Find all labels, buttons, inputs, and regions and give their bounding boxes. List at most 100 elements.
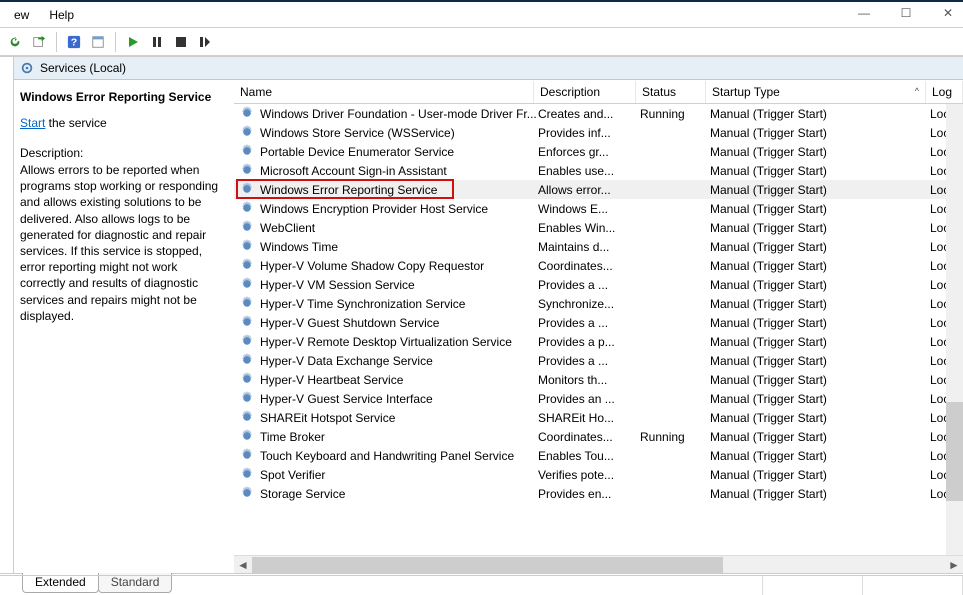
gear-icon xyxy=(240,296,256,312)
service-row[interactable]: Hyper-V Guest Shutdown ServiceProvides a… xyxy=(234,313,963,332)
menu-bar: ew Help xyxy=(0,2,963,28)
service-row[interactable]: Windows Encryption Provider Host Service… xyxy=(234,199,963,218)
service-name: Storage Service xyxy=(260,487,538,501)
service-name: SHAREit Hotspot Service xyxy=(260,411,538,425)
service-description: Provides inf... xyxy=(538,126,640,140)
service-row[interactable]: SHAREit Hotspot ServiceSHAREit Ho...Manu… xyxy=(234,408,963,427)
tree-gutter xyxy=(0,57,14,573)
gear-icon xyxy=(240,277,256,293)
service-row[interactable]: Hyper-V Heartbeat ServiceMonitors th...M… xyxy=(234,370,963,389)
service-description: Verifies pote... xyxy=(538,468,640,482)
gear-icon xyxy=(240,144,256,160)
gear-icon xyxy=(240,125,256,141)
gear-icon xyxy=(240,486,256,502)
scope-header: Services (Local) xyxy=(14,57,963,80)
service-description: Provides en... xyxy=(538,487,640,501)
scroll-left-icon[interactable]: ◄ xyxy=(234,557,252,573)
start-icon[interactable] xyxy=(122,31,144,53)
refresh-icon[interactable] xyxy=(4,31,26,53)
service-description: Maintains d... xyxy=(538,240,640,254)
service-name: Windows Time xyxy=(260,240,538,254)
service-startup: Manual (Trigger Start) xyxy=(710,487,930,501)
service-startup: Manual (Trigger Start) xyxy=(710,449,930,463)
service-startup: Manual (Trigger Start) xyxy=(710,373,930,387)
maximize-button[interactable]: ☐ xyxy=(899,6,913,20)
service-name: Portable Device Enumerator Service xyxy=(260,145,538,159)
service-row[interactable]: Hyper-V Guest Service InterfaceProvides … xyxy=(234,389,963,408)
service-description: Provides an ... xyxy=(538,392,640,406)
service-row[interactable]: Hyper-V Time Synchronization ServiceSync… xyxy=(234,294,963,313)
toolbar: ? xyxy=(0,28,963,56)
scroll-right-icon[interactable]: ► xyxy=(945,557,963,573)
help-icon[interactable]: ? xyxy=(63,31,85,53)
column-startup-type[interactable]: Startup Type^ xyxy=(706,81,926,103)
service-startup: Manual (Trigger Start) xyxy=(710,221,930,235)
service-row[interactable]: Windows Error Reporting ServiceAllows er… xyxy=(234,180,963,199)
status-bar xyxy=(0,575,963,595)
column-name[interactable]: Name xyxy=(234,81,534,103)
column-log-on-as[interactable]: Log xyxy=(926,81,963,103)
window-controls: — ☐ ✕ xyxy=(857,6,955,20)
service-startup: Manual (Trigger Start) xyxy=(710,316,930,330)
stop-icon[interactable] xyxy=(170,31,192,53)
gear-icon xyxy=(240,220,256,236)
column-description[interactable]: Description xyxy=(534,81,636,103)
properties-icon[interactable] xyxy=(87,31,109,53)
vertical-scrollbar[interactable] xyxy=(946,104,963,555)
service-row[interactable]: Windows TimeMaintains d...Manual (Trigge… xyxy=(234,237,963,256)
service-row[interactable]: Hyper-V Volume Shadow Copy RequestorCoor… xyxy=(234,256,963,275)
service-name: Hyper-V Guest Shutdown Service xyxy=(260,316,538,330)
horizontal-scrollbar[interactable]: ◄ ► xyxy=(234,555,963,573)
gear-icon xyxy=(240,467,256,483)
service-name: Windows Encryption Provider Host Service xyxy=(260,202,538,216)
service-startup: Manual (Trigger Start) xyxy=(710,278,930,292)
service-status: Running xyxy=(640,107,710,121)
service-row[interactable]: Portable Device Enumerator ServiceEnforc… xyxy=(234,142,963,161)
service-startup: Manual (Trigger Start) xyxy=(710,354,930,368)
service-name: Time Broker xyxy=(260,430,538,444)
minimize-button[interactable]: — xyxy=(857,6,871,20)
service-status: Running xyxy=(640,430,710,444)
gear-icon xyxy=(240,448,256,464)
gear-icon xyxy=(240,353,256,369)
service-name: Hyper-V Remote Desktop Virtualization Se… xyxy=(260,335,538,349)
service-startup: Manual (Trigger Start) xyxy=(710,430,930,444)
service-name: Hyper-V Guest Service Interface xyxy=(260,392,538,406)
service-name: Hyper-V VM Session Service xyxy=(260,278,538,292)
service-row[interactable]: Microsoft Account Sign-in AssistantEnabl… xyxy=(234,161,963,180)
service-row[interactable]: Spot VerifierVerifies pote...Manual (Tri… xyxy=(234,465,963,484)
close-button[interactable]: ✕ xyxy=(941,6,955,20)
service-row[interactable]: Windows Store Service (WSService)Provide… xyxy=(234,123,963,142)
service-startup: Manual (Trigger Start) xyxy=(710,411,930,425)
service-description: Enables Win... xyxy=(538,221,640,235)
service-row[interactable]: WebClientEnables Win...Manual (Trigger S… xyxy=(234,218,963,237)
service-row[interactable]: Windows Driver Foundation - User-mode Dr… xyxy=(234,104,963,123)
service-row[interactable]: Time BrokerCoordinates...RunningManual (… xyxy=(234,427,963,446)
service-name: Windows Store Service (WSService) xyxy=(260,126,538,140)
export-icon[interactable] xyxy=(28,31,50,53)
service-row[interactable]: Hyper-V Data Exchange ServiceProvides a … xyxy=(234,351,963,370)
gear-icon xyxy=(240,182,256,198)
menu-help[interactable]: Help xyxy=(39,4,84,26)
service-description: Enables Tou... xyxy=(538,449,640,463)
service-row[interactable]: Storage ServiceProvides en... Manual (Tri… xyxy=(234,484,963,503)
restart-icon[interactable] xyxy=(194,31,216,53)
scope-label: Services (Local) xyxy=(40,61,126,75)
menu-view[interactable]: ew xyxy=(4,4,39,26)
service-description: Synchronize... xyxy=(538,297,640,311)
gear-icon xyxy=(240,391,256,407)
service-name: Windows Error Reporting Service xyxy=(260,183,538,197)
column-status[interactable]: Status xyxy=(636,81,706,103)
service-description: Provides a ... xyxy=(538,316,640,330)
start-link[interactable]: Start xyxy=(20,116,45,130)
service-description: Monitors th... xyxy=(538,373,640,387)
service-row[interactable]: Hyper-V Remote Desktop Virtualization Se… xyxy=(234,332,963,351)
service-startup: Manual (Trigger Start) xyxy=(710,164,930,178)
gear-icon xyxy=(240,258,256,274)
service-row[interactable]: Touch Keyboard and Handwriting Panel Ser… xyxy=(234,446,963,465)
description-text: Allows errors to be reported when progra… xyxy=(20,162,226,324)
service-row[interactable]: Hyper-V VM Session ServiceProvides a ...… xyxy=(234,275,963,294)
pause-icon[interactable] xyxy=(146,31,168,53)
service-name: Spot Verifier xyxy=(260,468,538,482)
service-startup: Manual (Trigger Start) xyxy=(710,392,930,406)
